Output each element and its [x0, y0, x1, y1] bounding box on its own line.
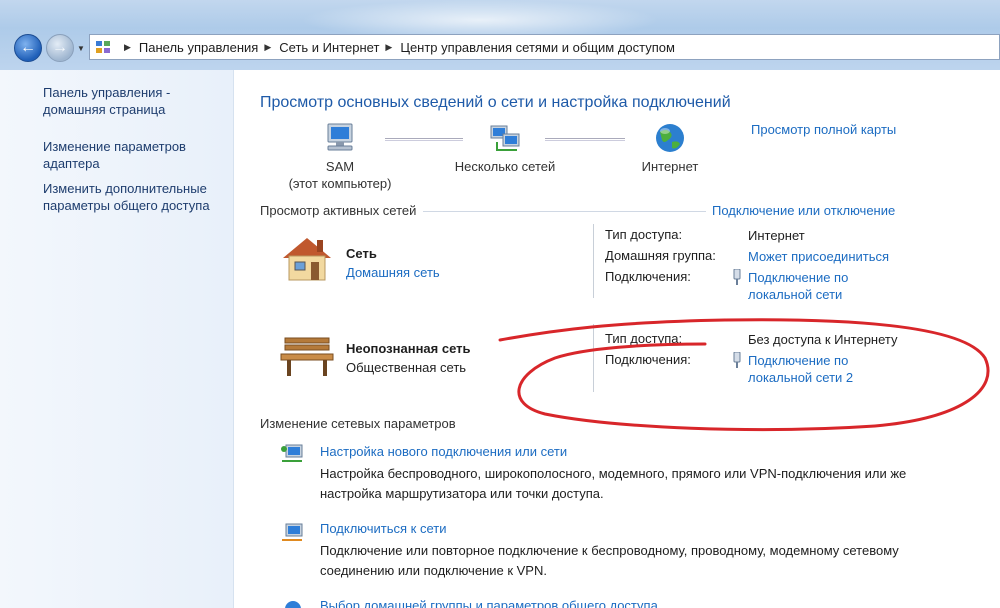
network-name: Неопознанная сеть: [346, 341, 471, 356]
chevron-right-icon: ▶: [124, 41, 131, 52]
map-node-networks[interactable]: Несколько сетей: [445, 122, 565, 175]
house-icon: [283, 238, 331, 281]
network-icon: [490, 125, 520, 151]
sidebar: Панель управления - домашняя страница Из…: [0, 70, 234, 608]
forward-button[interactable]: →: [46, 34, 74, 62]
sidebar-link-control-panel-home[interactable]: Панель управления - домашняя страница: [43, 84, 228, 118]
plug-icon: [733, 269, 741, 285]
connection-link[interactable]: Подключение по локальной сети 2: [748, 352, 908, 386]
network-node-label: Несколько сетей: [454, 159, 556, 174]
task-new-connection-description: Настройка беспроводного, широкополосного…: [320, 466, 907, 501]
map-link-line: [545, 138, 625, 141]
map-node-internet[interactable]: Интернет: [620, 122, 720, 175]
task-connect-network-link[interactable]: Подключиться к сети: [320, 521, 446, 536]
sidebar-link-sharing-settings[interactable]: Изменить дополнительные параметры общего…: [43, 180, 228, 214]
task-homegroup-link[interactable]: Выбор домашней группы и параметров общег…: [320, 598, 658, 608]
map-node-computer[interactable]: SAM (этот компьютер): [285, 122, 395, 192]
column-divider: [593, 224, 594, 298]
sidebar-link-adapter-settings[interactable]: Изменение параметров адаптера: [43, 138, 228, 172]
breadcrumb-network-internet[interactable]: Сеть и Интернет: [279, 40, 379, 55]
new-connection-icon: [281, 444, 303, 462]
connect-network-icon: [282, 523, 303, 541]
network-type-link[interactable]: Домашняя сеть: [346, 265, 440, 280]
page-title: Просмотр основных сведений о сети и наст…: [260, 94, 731, 111]
change-settings-label: Изменение сетевых параметров: [260, 416, 456, 431]
address-bar[interactable]: ▶ Панель управления ▶ Сеть и Интернет ▶ …: [89, 34, 1000, 60]
task-connect-network-description: Подключение или повторное подключение к …: [320, 543, 899, 578]
back-arrow-icon: ←: [20, 39, 36, 56]
breadcrumb-control-panel[interactable]: Панель управления: [139, 40, 258, 55]
homegroup-link[interactable]: Может присоединиться: [748, 248, 908, 265]
chevron-right-icon[interactable]: ▶: [264, 42, 271, 53]
access-type-label: Тип доступа:: [605, 331, 683, 346]
homegroup-icon: [285, 601, 301, 608]
access-type-value: Без доступа к Интернету: [748, 332, 898, 347]
recent-pages-dropdown[interactable]: ▼: [77, 44, 85, 53]
connections-label: Подключения:: [605, 269, 691, 284]
globe-icon: [656, 124, 684, 152]
internet-node-label: Интернет: [641, 159, 699, 174]
column-divider: [593, 324, 594, 392]
breadcrumb-network-center[interactable]: Центр управления сетями и общим доступом: [400, 40, 675, 55]
computer-subtitle: (этот компьютер): [288, 176, 392, 191]
forward-arrow-icon: →: [52, 39, 68, 56]
bench-icon: [280, 337, 334, 376]
active-networks-label: Просмотр активных сетей: [260, 203, 417, 218]
homegroup-label: Домашняя группа:: [605, 248, 716, 263]
control-panel-icon: [94, 39, 112, 55]
access-type-label: Тип доступа:: [605, 227, 683, 242]
plug-icon: [733, 352, 741, 368]
connection-link[interactable]: Подключение по локальной сети: [748, 269, 908, 303]
view-full-map-link[interactable]: Просмотр полной карты: [751, 122, 896, 137]
network-type: Общественная сеть: [346, 360, 467, 375]
main-content: Просмотр основных сведений о сети и наст…: [235, 70, 1000, 608]
network-name: Сеть: [346, 246, 377, 261]
computer-icon: [327, 123, 353, 151]
back-button[interactable]: ←: [14, 34, 42, 62]
connections-label: Подключения:: [605, 352, 691, 367]
computer-name: SAM: [325, 159, 355, 174]
section-divider: [423, 211, 706, 212]
chevron-right-icon[interactable]: ▶: [385, 42, 392, 53]
task-new-connection-link[interactable]: Настройка нового подключения или сети: [320, 444, 567, 459]
connect-disconnect-link[interactable]: Подключение или отключение: [712, 203, 895, 218]
access-type-value: Интернет: [748, 228, 805, 243]
window-titlebar: ← → ▼ ▶ Панель управления ▶ Сеть и Интер…: [0, 0, 1000, 70]
